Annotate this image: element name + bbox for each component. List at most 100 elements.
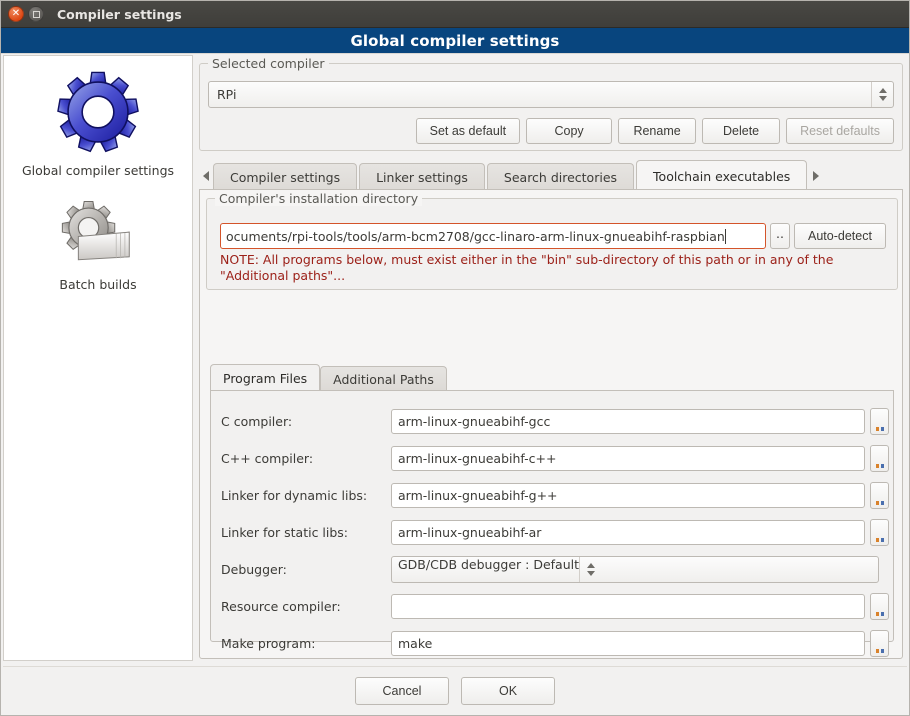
chevron-left-icon[interactable] [199, 161, 213, 191]
gear-documents-icon [58, 200, 138, 270]
selected-compiler-group-title: Selected compiler [208, 56, 329, 71]
sidebar: Global compiler settings Batch builds [3, 55, 193, 661]
arrow-right-glyph [813, 171, 820, 181]
field-row-cpp-compiler: C++ compiler: arm-linux-gnueabihf-c++ [211, 440, 895, 477]
cpp-compiler-browse-button[interactable] [870, 445, 889, 472]
tab-linker-settings[interactable]: Linker settings [359, 163, 485, 191]
field-row-linker-static: Linker for static libs: arm-linux-gnueab… [211, 514, 895, 551]
browse-dots-icon [875, 612, 884, 616]
linker-static-browse-button[interactable] [870, 519, 889, 546]
c-compiler-browse-button[interactable] [870, 408, 889, 435]
field-label: Linker for static libs: [221, 525, 349, 540]
install-dir-group-title: Compiler's installation directory [215, 191, 423, 206]
footer: Cancel OK [1, 667, 909, 715]
field-row-c-compiler: C compiler: arm-linux-gnueabihf-gcc [211, 403, 895, 440]
inner-tab-additional-paths[interactable]: Additional Paths [320, 366, 447, 392]
browse-dots-icon [875, 501, 884, 505]
tab-compiler-settings[interactable]: Compiler settings [213, 163, 358, 191]
tab-label: Search directories [503, 170, 618, 185]
field-row-linker-dynamic: Linker for dynamic libs: arm-linux-gnuea… [211, 477, 895, 514]
cpp-compiler-input[interactable]: arm-linux-gnueabihf-c++ [391, 446, 865, 471]
tab-label: Compiler settings [230, 170, 341, 185]
inner-tab-program-files[interactable]: Program Files [210, 364, 321, 392]
rename-button[interactable]: Rename [618, 118, 697, 144]
compiler-settings-window: ✕ Compiler settings Global compiler sett… [0, 0, 910, 716]
chevron-down-icon [878, 96, 887, 101]
browse-dots-icon [875, 538, 884, 542]
window-controls: ✕ [8, 6, 44, 22]
maximize-glyph [32, 10, 40, 18]
titlebar: ✕ Compiler settings [1, 1, 909, 28]
field-label: Debugger: [221, 562, 287, 577]
tab-search-directories[interactable]: Search directories [486, 163, 635, 191]
field-label: Make program: [221, 636, 316, 651]
install-dir-input[interactable]: ocuments/rpi-tools/tools/arm-bcm2708/gcc… [220, 223, 766, 249]
tabstrip: Compiler settings Linker settings Search… [199, 159, 903, 191]
main-content: Selected compiler RPi Set as default Cop… [197, 56, 905, 661]
debugger-combobox[interactable]: GDB/CDB debugger : Default [391, 556, 879, 583]
selected-compiler-combobox[interactable]: RPi [208, 81, 894, 108]
close-glyph: ✕ [11, 8, 21, 19]
browse-dots-icon [875, 427, 884, 431]
gear-icon [54, 68, 142, 156]
chevron-down-icon [586, 571, 595, 576]
tab-toolchain-executables[interactable]: Toolchain executables [636, 160, 808, 191]
sidebar-item-label: Batch builds [59, 277, 137, 292]
field-row-resource-compiler: Resource compiler: [211, 588, 895, 625]
maximize-icon[interactable] [28, 6, 44, 22]
field-row-make-program: Make program: make [211, 625, 895, 662]
reset-defaults-button[interactable]: Reset defaults [786, 118, 894, 144]
chevron-up-icon [586, 563, 595, 568]
program-files-panel: C compiler: arm-linux-gnueabihf-gcc C++ … [210, 390, 894, 657]
debugger-value: GDB/CDB debugger : Default [398, 557, 580, 572]
tab-label: Linker settings [376, 170, 468, 185]
resource-compiler-browse-button[interactable] [870, 593, 889, 620]
linker-static-input[interactable]: arm-linux-gnueabihf-ar [391, 520, 865, 545]
ok-button[interactable]: OK [461, 677, 555, 705]
set-as-default-button[interactable]: Set as default [415, 118, 521, 144]
field-label: Linker for dynamic libs: [221, 488, 368, 503]
page-header: Global compiler settings [1, 28, 909, 54]
make-program-input[interactable]: make [391, 631, 865, 656]
make-program-browse-button[interactable] [870, 630, 889, 657]
compiler-action-buttons: Set as default Copy Rename Delete Reset … [415, 118, 894, 144]
delete-button[interactable]: Delete [702, 118, 781, 144]
selected-compiler-group: Selected compiler RPi Set as default Cop… [199, 56, 903, 151]
auto-detect-button[interactable]: Auto-detect [794, 223, 886, 249]
resource-compiler-input[interactable] [391, 594, 865, 619]
close-icon[interactable]: ✕ [8, 6, 24, 22]
install-dir-note: NOTE: All programs below, must exist eit… [220, 252, 834, 283]
field-label: C compiler: [221, 414, 293, 429]
browse-dots-icon [875, 464, 884, 468]
chevron-up-icon [878, 88, 887, 93]
browse-dots-icon [875, 649, 884, 653]
sidebar-item-global-compiler-settings[interactable]: Global compiler settings [4, 60, 192, 178]
install-dir-value: ocuments/rpi-tools/tools/arm-bcm2708/gcc… [226, 228, 725, 244]
linker-dynamic-browse-button[interactable] [870, 482, 889, 509]
inner-tabstrip: Program Files Additional Paths [210, 364, 447, 392]
debugger-spinner[interactable] [579, 557, 601, 582]
window-title: Compiler settings [57, 6, 182, 22]
page-title: Global compiler settings [350, 31, 560, 50]
arrow-left-glyph [203, 171, 209, 181]
copy-button[interactable]: Copy [526, 118, 613, 144]
selected-compiler-value: RPi [217, 87, 237, 102]
c-compiler-input[interactable]: arm-linux-gnueabihf-gcc [391, 409, 865, 434]
combobox-spinner[interactable] [871, 82, 893, 107]
text-caret [724, 228, 726, 244]
sidebar-item-batch-builds[interactable]: Batch builds [4, 192, 192, 292]
sidebar-item-label: Global compiler settings [21, 163, 175, 178]
install-dir-browse-button[interactable]: .. [770, 223, 790, 249]
program-files-form: C compiler: arm-linux-gnueabihf-gcc C++ … [211, 391, 895, 662]
inner-tab-label: Additional Paths [333, 372, 434, 387]
tab-label: Toolchain executables [653, 168, 791, 184]
field-label: C++ compiler: [221, 451, 314, 466]
install-dir-group: Compiler's installation directory ocumen… [206, 191, 898, 290]
field-row-debugger: Debugger: GDB/CDB debugger : Default [211, 551, 895, 588]
install-dir-row: ocuments/rpi-tools/tools/arm-bcm2708/gcc… [220, 223, 886, 249]
chevron-right-icon[interactable] [809, 161, 823, 191]
cancel-button[interactable]: Cancel [355, 677, 449, 705]
linker-dynamic-input[interactable]: arm-linux-gnueabihf-g++ [391, 483, 865, 508]
field-label: Resource compiler: [221, 599, 341, 614]
inner-tab-label: Program Files [223, 371, 308, 386]
